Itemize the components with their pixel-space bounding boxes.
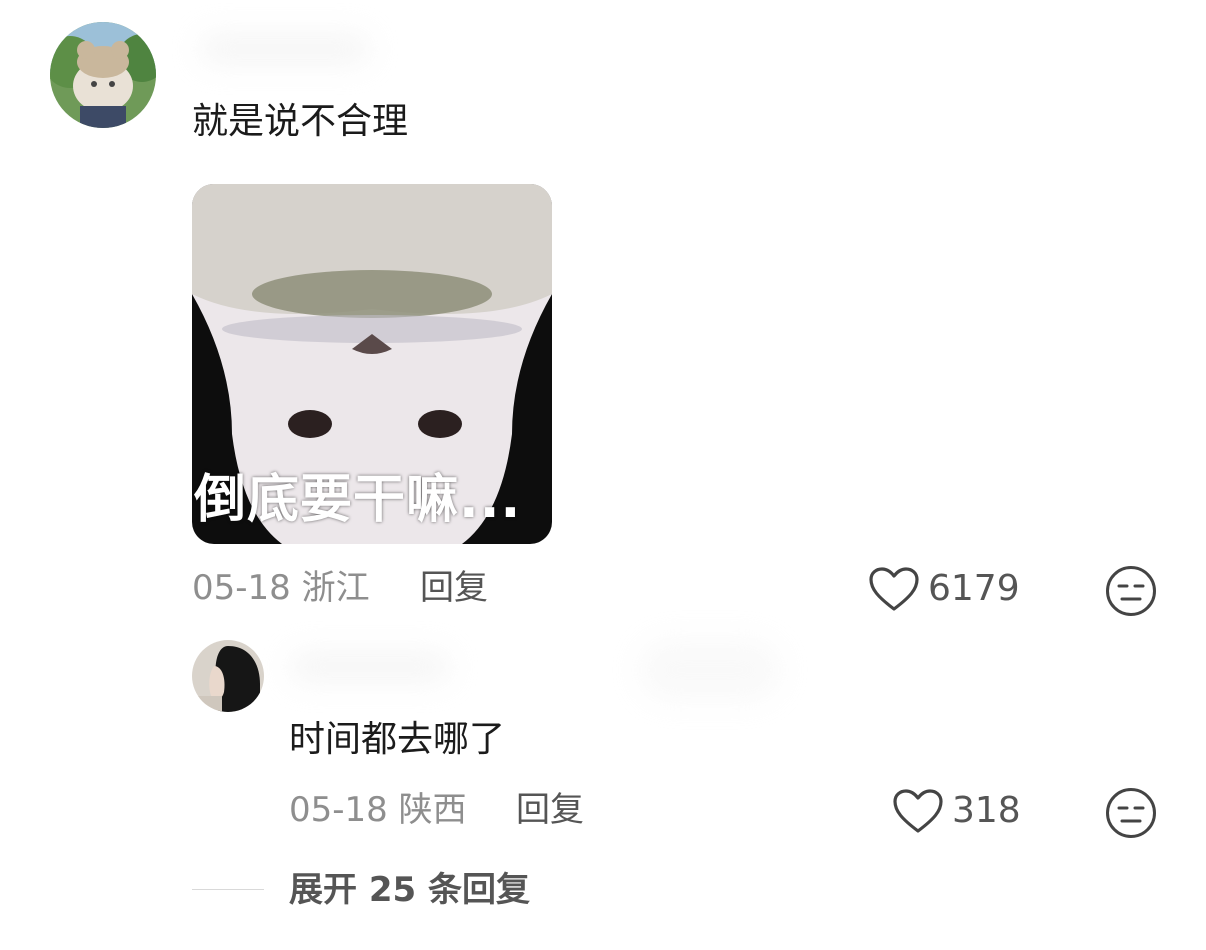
meh-face-icon (1106, 566, 1156, 616)
commenter-name[interactable] (200, 34, 370, 64)
reply-like-button[interactable]: 318 (892, 788, 1021, 834)
like-button[interactable]: 6179 (868, 566, 1020, 612)
comment-date: 05-18 (192, 568, 291, 608)
dislike-button[interactable] (1104, 564, 1158, 622)
heart-outline-icon (893, 789, 943, 833)
reply-background-blur (640, 640, 780, 700)
expand-divider (192, 889, 264, 890)
reply-text: 时间都去哪了 (289, 719, 506, 760)
comment-location: 浙江 (301, 568, 370, 608)
replier-avatar[interactable] (192, 640, 264, 712)
comment-meta: 05-18 浙江 (192, 568, 370, 608)
like-count: 6179 (928, 568, 1020, 609)
reply-button[interactable]: 回复 (420, 568, 488, 608)
reply-meta: 05-18 陕西 (289, 790, 467, 830)
comment-text: 就是说不合理 (192, 101, 409, 142)
sticker-caption: 倒底要干嘛... (194, 470, 522, 530)
reply-like-count: 318 (952, 790, 1021, 831)
reply-reply-button[interactable]: 回复 (516, 790, 584, 830)
meh-face-icon (1106, 788, 1156, 838)
reply-dislike-button[interactable] (1104, 786, 1158, 844)
reply-location: 陕西 (398, 790, 467, 830)
reply-date: 05-18 (289, 790, 388, 830)
expand-replies-button[interactable]: 展开 25 条回复 (289, 870, 530, 910)
heart-outline-icon (869, 567, 919, 611)
replier-name[interactable] (290, 652, 450, 682)
commenter-avatar[interactable] (50, 22, 156, 128)
sticker-image[interactable]: 倒底要干嘛... (192, 184, 552, 544)
